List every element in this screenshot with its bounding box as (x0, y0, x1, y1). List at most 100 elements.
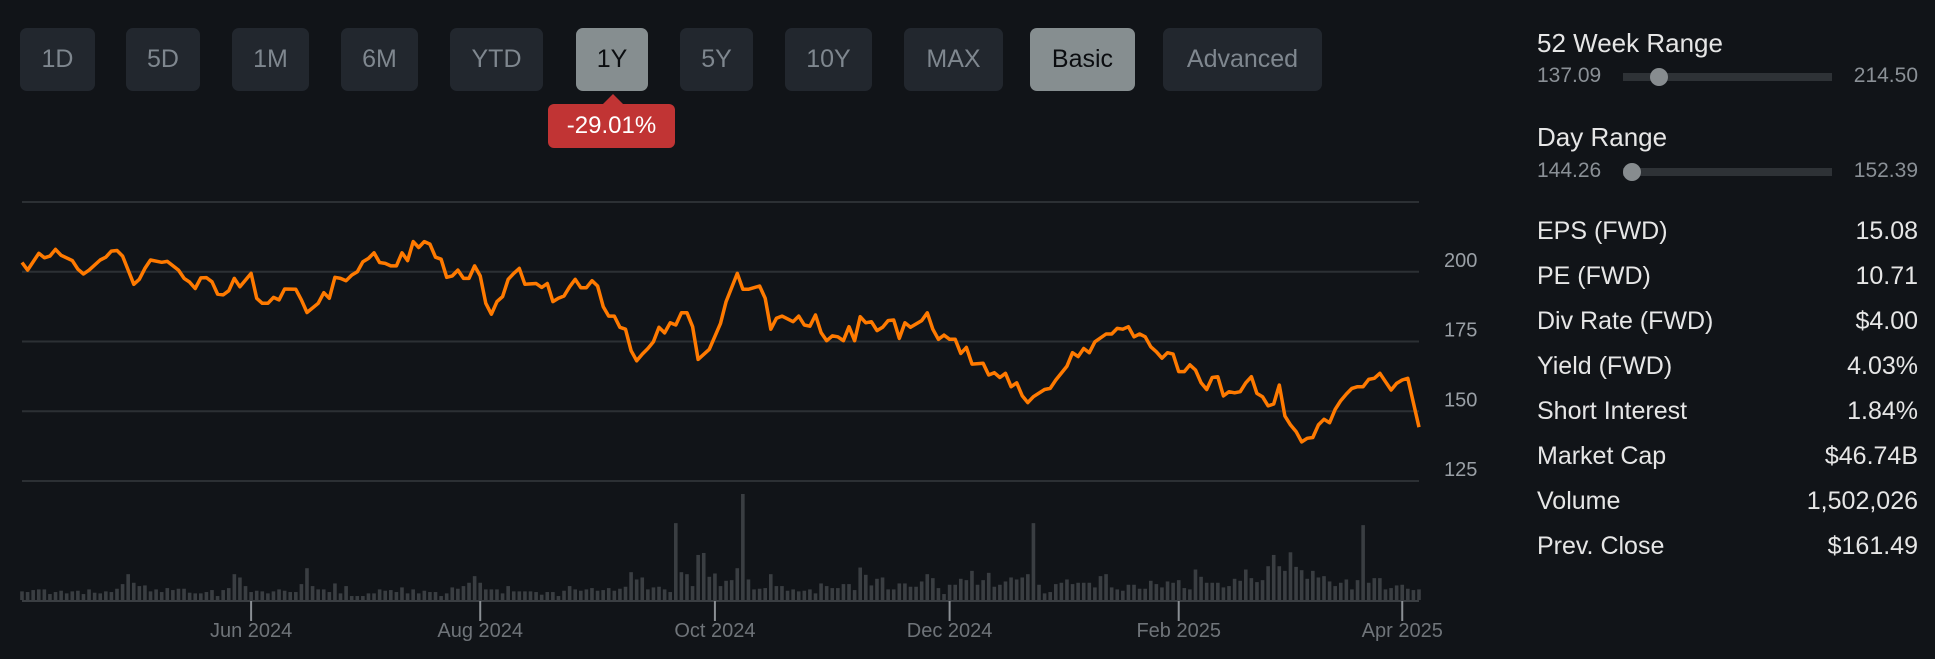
volume-bar (836, 588, 840, 600)
volume-bar (1338, 582, 1343, 600)
volume-bar (970, 570, 974, 600)
volume-bar (1026, 574, 1030, 600)
volume-bar (958, 578, 963, 600)
volume-bar (48, 594, 52, 600)
volume-bar (182, 588, 186, 600)
volume-bar (288, 592, 293, 600)
volume-bar (176, 588, 181, 600)
y-tick-label: 175 (1444, 320, 1477, 342)
volume-bar (1115, 589, 1120, 600)
volume-bar (1176, 580, 1181, 600)
volume-bar (964, 580, 969, 600)
volume-bar (824, 586, 829, 600)
volume-bar (802, 590, 807, 600)
volume-bar (1188, 589, 1192, 600)
volume-bar (629, 572, 633, 600)
volume-bar (746, 579, 751, 600)
volume-bar (1081, 582, 1086, 600)
volume-bar (361, 596, 365, 600)
volume-bar (1227, 586, 1231, 600)
volume-bar (752, 589, 756, 600)
volume-bar (70, 591, 75, 600)
volume-bar (305, 568, 309, 600)
volume-bar (551, 592, 555, 600)
stat-value: $161.49 (1827, 532, 1918, 560)
volume-bar (355, 596, 360, 600)
volume-bar (534, 592, 538, 600)
volume-bar (377, 589, 382, 600)
stat-row: Market Cap $46.74B (1537, 442, 1918, 471)
volume-bar (1059, 582, 1064, 600)
volume-bar (1121, 590, 1125, 600)
volume-bar (1366, 582, 1371, 600)
volume-bar (914, 586, 918, 600)
volume-bar (1305, 578, 1310, 600)
day-range-track (1623, 163, 1832, 181)
volume-bar (646, 589, 650, 600)
volume-bar (813, 593, 818, 600)
volume-bar (528, 591, 533, 600)
volume-bar (618, 588, 622, 600)
volume-bar (679, 572, 684, 600)
volume-bar (31, 590, 35, 600)
volume-bar (1165, 581, 1170, 600)
volume-bar (869, 585, 874, 600)
volume-bar (254, 590, 259, 600)
volume-bar (1037, 584, 1041, 600)
volume-bar (226, 588, 231, 600)
volume-bar (858, 567, 862, 600)
volume-bar (64, 593, 69, 600)
stat-row: Volume 1,502,026 (1537, 487, 1918, 516)
volume-bar (456, 588, 460, 600)
volume-bar (422, 590, 427, 600)
volume-bar (1193, 569, 1198, 600)
volume-bar (953, 584, 957, 600)
volume-bar (316, 589, 320, 600)
day-range-low: 144.26 (1537, 159, 1602, 182)
volume-bar (104, 591, 108, 600)
volume-bar (1003, 581, 1008, 600)
volume-bar (1210, 582, 1215, 600)
day-range-high: 152.39 (1853, 159, 1918, 182)
volume-bar (891, 589, 896, 600)
volume-bar (1394, 585, 1399, 600)
volume-bar (87, 589, 91, 600)
volume-bar (428, 592, 432, 600)
volume-bar (210, 590, 214, 600)
stat-row: PE (FWD) 10.71 (1537, 262, 1918, 291)
volume-bar (601, 590, 605, 600)
volume-bar (1378, 578, 1382, 600)
volume-bar (707, 576, 712, 600)
volume-bar (1249, 578, 1254, 600)
volume-bar (886, 589, 890, 600)
volume-bar (143, 585, 147, 600)
volume-bar (81, 594, 86, 600)
volume-bar (1171, 582, 1175, 600)
volume-bar (701, 552, 706, 600)
volume-bar (154, 589, 158, 600)
volume-bar (1355, 580, 1360, 600)
stat-value: 10.71 (1855, 262, 1918, 290)
x-tick-label: Dec 2024 (907, 620, 993, 642)
volume-bar (1065, 579, 1069, 600)
volume-bar (763, 588, 768, 600)
volume-bar (98, 593, 103, 600)
volume-bar (1093, 587, 1097, 600)
week52-range-track (1623, 68, 1832, 86)
stat-row: Short Interest 1.84% (1537, 397, 1918, 426)
volume-bar (1417, 589, 1421, 600)
stat-value: $46.74B (1824, 442, 1918, 470)
volume-bar (847, 584, 851, 600)
volume-bar (277, 589, 281, 600)
volume-bar (696, 554, 700, 600)
volume-bar (120, 584, 125, 600)
volume-bar (634, 579, 639, 600)
volume-bar (467, 582, 471, 600)
volume-bar (327, 592, 332, 600)
volume-bar (405, 593, 410, 600)
stat-value: 4.03% (1847, 352, 1918, 380)
volume-bar (567, 586, 572, 600)
volume-bar (36, 589, 41, 600)
volume-bar (199, 593, 203, 600)
volume-bar (1406, 588, 1410, 600)
